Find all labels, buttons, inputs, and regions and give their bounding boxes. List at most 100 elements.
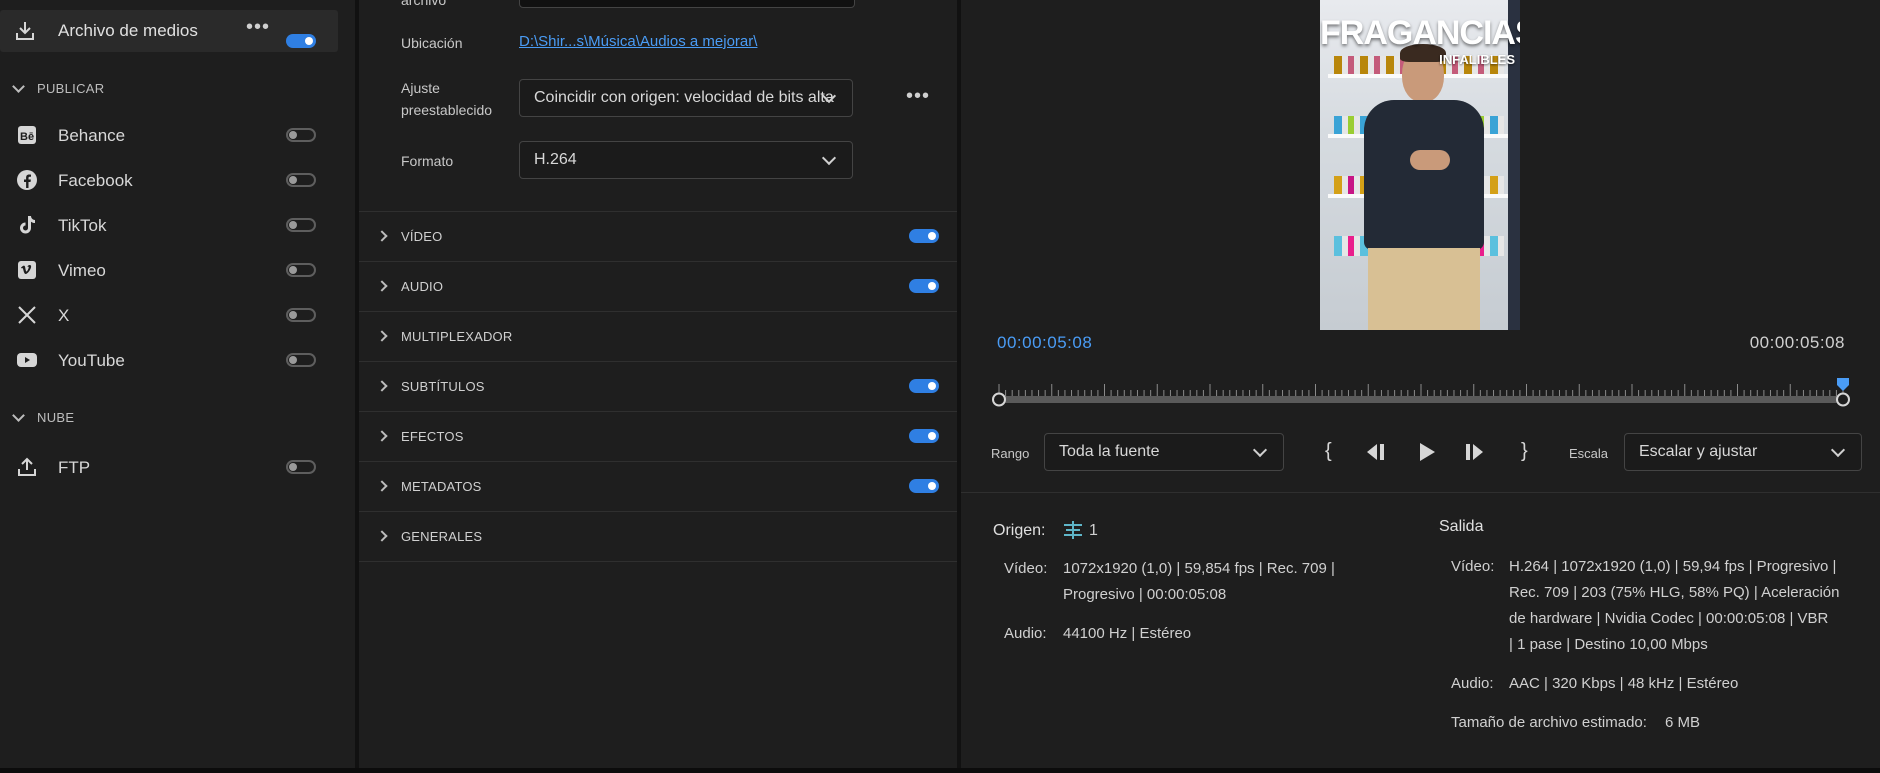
cloud-section-header[interactable]: NUBE: [12, 409, 75, 425]
section-subtitles[interactable]: SUBTÍTULOS: [359, 361, 959, 411]
source-audio-label: Audio:: [1004, 625, 1047, 642]
cloud-item-label: FTP: [58, 458, 91, 477]
destinations-panel: Archivo de medios ••• PUBLICAR Bē Behanc…: [0, 0, 355, 768]
timeline-ruler[interactable]: [991, 378, 1851, 418]
publish-item-label: Facebook: [58, 171, 133, 190]
source-audio-value: 44100 Hz | Estéreo: [1063, 625, 1192, 642]
effects-toggle[interactable]: [909, 429, 939, 443]
preset-more-icon[interactable]: •••: [906, 85, 930, 108]
preset-select[interactable]: Coincidir con origen: velocidad de bits …: [519, 79, 853, 117]
video-subtitle-overlay: INFALIBLES: [1439, 52, 1515, 67]
chevron-right-icon: [376, 330, 388, 342]
range-in-handle[interactable]: [992, 392, 1006, 407]
range-out-handle[interactable]: [1836, 392, 1850, 407]
scale-label: Escala: [1569, 446, 1609, 461]
section-general[interactable]: GENERALES: [359, 511, 959, 562]
chevron-right-icon: [376, 430, 388, 442]
section-metadata[interactable]: METADATOS: [359, 461, 959, 511]
chevron-right-icon: [376, 280, 388, 292]
vimeo-icon: [16, 259, 38, 281]
output-audio-value: AAC | 320 Kbps | 48 kHz | Estéreo: [1509, 675, 1739, 692]
chevron-down-icon: [1830, 442, 1846, 458]
format-value: H.264: [534, 151, 577, 168]
step-back-icon[interactable]: [1365, 441, 1389, 468]
x-icon: [16, 304, 38, 326]
preview-panel: FRAGANCIAS INFALIBLES 00:00:05:08 00:00:…: [960, 0, 1880, 768]
section-audio[interactable]: AUDIO: [359, 261, 959, 311]
vimeo-toggle[interactable]: [286, 263, 316, 277]
format-label: Formato: [401, 153, 454, 169]
location-link[interactable]: D:\Shir...s\Música\Audios a mejorar\: [519, 33, 757, 50]
tiktok-toggle[interactable]: [286, 218, 316, 232]
upload-icon: [16, 456, 38, 478]
youtube-toggle[interactable]: [286, 353, 316, 367]
chevron-down-icon: [12, 80, 25, 93]
mark-out-icon[interactable]: }: [1521, 440, 1528, 463]
info-divider: [961, 492, 1880, 493]
format-select[interactable]: H.264: [519, 141, 853, 179]
chevron-right-icon: [376, 230, 388, 242]
section-label: EFECTOS: [401, 429, 464, 444]
playhead-marker[interactable]: [1837, 378, 1849, 391]
section-label: GENERALES: [401, 529, 483, 544]
more-options-icon[interactable]: •••: [246, 16, 270, 39]
filename-input[interactable]: [519, 0, 855, 8]
video-preview: FRAGANCIAS INFALIBLES: [1320, 0, 1520, 330]
timeline-scrubber[interactable]: [991, 378, 1851, 418]
chevron-down-icon: [821, 150, 837, 166]
section-label: VÍDEO: [401, 229, 443, 244]
chevron-down-icon: [1252, 442, 1268, 458]
section-label: METADATOS: [401, 479, 482, 494]
video-toggle[interactable]: [909, 229, 939, 243]
output-video-line2: Rec. 709 | 203 (75% HLG, 58% PQ) | Acele…: [1509, 584, 1840, 601]
chevron-right-icon: [376, 530, 388, 542]
ftp-toggle[interactable]: [286, 460, 316, 474]
section-effects[interactable]: EFECTOS: [359, 411, 959, 461]
timeline-track[interactable]: [999, 396, 1843, 403]
video-title-overlay: FRAGANCIAS: [1320, 14, 1520, 52]
media-file-label: Archivo de medios: [58, 21, 198, 40]
output-heading: Salida: [1439, 518, 1484, 535]
play-icon[interactable]: [1417, 441, 1437, 468]
export-settings-panel: archivo Ubicación D:\Shir...s\Música\Aud…: [358, 0, 959, 768]
facebook-toggle[interactable]: [286, 173, 316, 187]
range-value: Toda la fuente: [1059, 443, 1160, 460]
cloud-heading: NUBE: [37, 410, 75, 425]
mark-in-icon[interactable]: {: [1325, 440, 1332, 463]
x-toggle[interactable]: [286, 308, 316, 322]
subtitles-toggle[interactable]: [909, 379, 939, 393]
facebook-icon: [16, 169, 38, 191]
publish-item-label: TikTok: [58, 216, 107, 235]
section-multiplexer[interactable]: MULTIPLEXADOR: [359, 311, 959, 361]
svg-text:Bē: Bē: [20, 131, 34, 143]
preset-label: Ajuste: [401, 80, 440, 96]
section-video[interactable]: VÍDEO: [359, 211, 959, 261]
behance-toggle[interactable]: [286, 128, 316, 142]
publish-section-header[interactable]: PUBLICAR: [12, 80, 105, 96]
source-count: 1: [1089, 522, 1098, 539]
section-label: SUBTÍTULOS: [401, 379, 485, 394]
bottom-bar: [0, 768, 1880, 773]
source-video-line2: Progresivo | 00:00:05:08: [1063, 586, 1227, 603]
media-file-row[interactable]: Archivo de medios •••: [0, 10, 338, 52]
output-video-label: Vídeo:: [1451, 558, 1495, 575]
publish-item-label: YouTube: [58, 351, 125, 370]
tiktok-icon: [16, 214, 38, 236]
section-label: AUDIO: [401, 279, 444, 294]
filesize-value: 6 MB: [1665, 714, 1701, 731]
current-timecode[interactable]: 00:00:05:08: [997, 333, 1092, 353]
source-video-label: Vídeo:: [1004, 560, 1048, 577]
metadata-toggle[interactable]: [909, 479, 939, 493]
chevron-right-icon: [376, 380, 388, 392]
range-select[interactable]: Toda la fuente: [1044, 433, 1284, 471]
behance-icon: Bē: [16, 124, 38, 146]
media-file-toggle[interactable]: [286, 34, 316, 48]
audio-toggle[interactable]: [909, 279, 939, 293]
publish-heading: PUBLICAR: [37, 81, 105, 96]
output-video-line3: de hardware | Nvidia Codec | 00:00:05:08…: [1509, 610, 1829, 627]
person-pants: [1368, 248, 1480, 330]
person-shirt: [1364, 100, 1484, 250]
source-video-line1: 1072x1920 (1,0) | 59,854 fps | Rec. 709 …: [1063, 560, 1335, 577]
step-forward-icon[interactable]: [1463, 441, 1487, 468]
scale-select[interactable]: Escalar y ajustar: [1624, 433, 1862, 471]
